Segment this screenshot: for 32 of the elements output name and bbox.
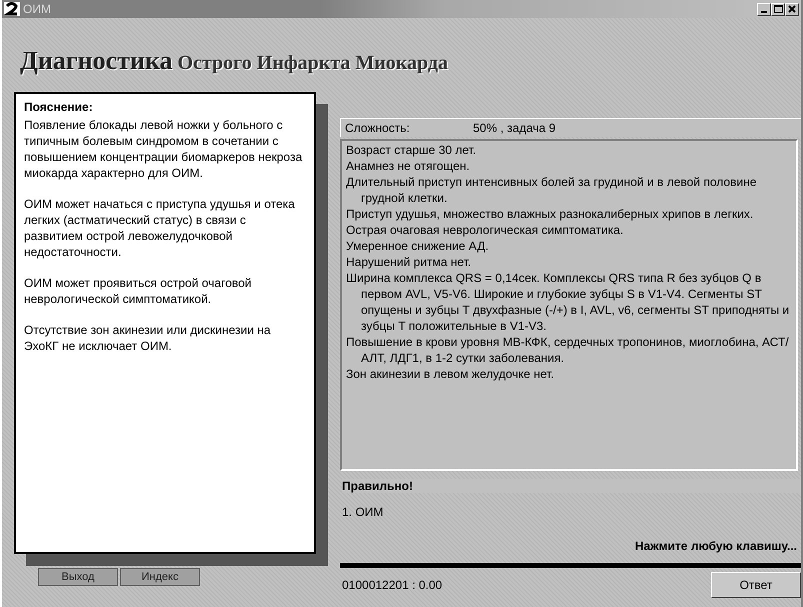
difficulty-label: Сложность: [345, 121, 411, 135]
app-heading: Диагностика Острого Инфаркта Миокарда [20, 46, 449, 76]
explanation-text: ОИМ может начаться с приступа удушья и отека легких (астматический статус) в связи с развитием острой левожелудочковой недостаточности. [24, 196, 296, 260]
finding-text: Анамнез не отягощен. [346, 158, 471, 174]
answer-button[interactable]: Ответ [711, 572, 801, 598]
difficulty-value: 50% , задача 9 [473, 121, 556, 135]
app-icon [4, 2, 20, 16]
code-text: 0100012201 : 0.00 [342, 578, 442, 592]
minimize-button[interactable] [757, 2, 771, 16]
finding-text: Нарушений ритма нет. [346, 254, 472, 270]
finding-text: Длительный приступ интенсивных болей за грудиной и в левой половине грудной клетки. [346, 174, 758, 206]
explanation-text: Отсутствие зон акинезии или дискинезии на ЭхоКГ не исключает ОИМ. [24, 322, 272, 354]
finding-text: Зон акинезии в левом желудочке нет. [346, 366, 556, 382]
explanation-text: ОИМ может проявиться острой очаговой неврологической симптоматикой. [24, 275, 253, 307]
finding-text: Приступ удушья, множество влажных разнокалиберных хрипов в легких. [346, 206, 754, 222]
explanation-text: Появление блокады левой ножки у больного с типичным болевым синдромом в сочетании с повышением концентрации биомаркеров некроза миокарда характерно для ОИМ. [24, 117, 304, 181]
explanation-heading: Пояснение: [24, 100, 94, 114]
menu-button[interactable]: Индекс [120, 568, 200, 586]
finding-text: Ширина комплекса QRS = 0,14сек. Комплексы QRS типа R без зубцов Q в первом AVL, V5-V6. Широкие и глубокие зубцы S в V1-V4. Сегменты ST опущены и зубцы T двухфазные (-/+) в I, AVL, v6, сегменты ST приподняты и зубцы T положительные в V1-V3. [346, 270, 790, 334]
finding-text: Умеренное снижение АД. [346, 238, 490, 254]
window-title: ОИМ [23, 2, 51, 16]
answer-text: 1. ОИМ [342, 505, 384, 519]
close-button[interactable] [785, 2, 799, 16]
close-icon [788, 5, 796, 13]
prompt-text: Нажмите любую клавишу... [634, 539, 797, 553]
finding-text: Возраст старше 30 лет. [346, 142, 478, 158]
finding-text: Повышение в крови уровня МВ-КФК, сердечных тропонинов, миоглобина, АСТ/АЛТ, ЛДГ1, в 1-2 сутки заболевания. [346, 334, 790, 366]
finding-text: Острая очаговая неврологическая симптоматика. [346, 222, 624, 238]
maximize-icon [774, 5, 782, 13]
verdict-text: Правильно! [342, 479, 801, 493]
menu-button[interactable]: Выход [38, 568, 118, 586]
maximize-button[interactable] [771, 2, 785, 16]
